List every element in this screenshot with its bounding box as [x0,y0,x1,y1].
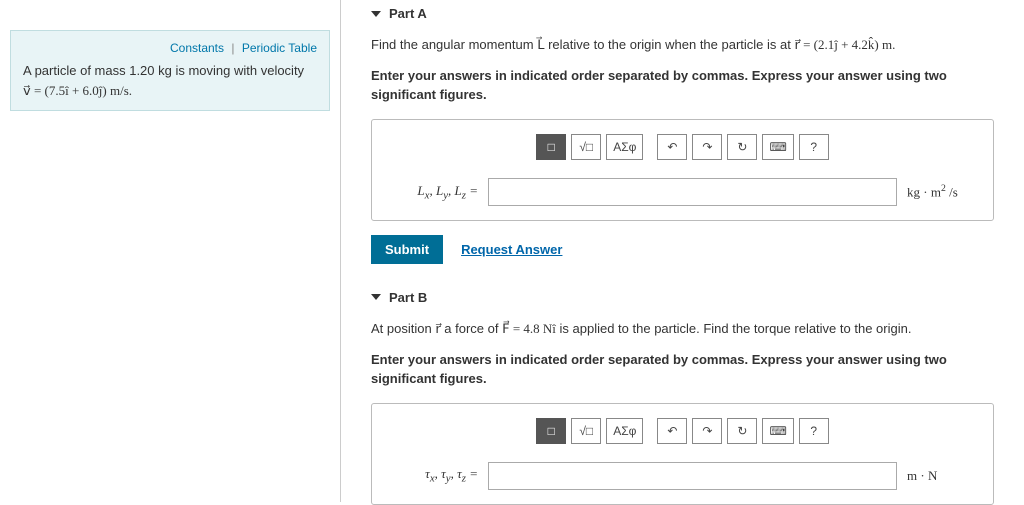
part-b-header[interactable]: Part B [371,290,994,305]
undo-button[interactable]: ↶ [657,418,687,444]
problem-statement-box: Constants | Periodic Table A particle of… [10,30,330,111]
help-button[interactable]: ? [799,134,829,160]
reset-button[interactable]: ↻ [727,418,757,444]
mode-button[interactable]: □ [536,134,566,160]
part-b-variable-label: τx, τy, τz = [388,466,478,485]
part-b-question: At position r⃗ a force of F⃗ = 4.8 Nî is… [371,319,994,340]
template-button[interactable]: √□ [571,134,601,160]
part-b-title: Part B [389,290,427,305]
part-b-units: m · N [907,468,977,484]
separator: | [231,41,234,55]
part-a-request-answer-link[interactable]: Request Answer [461,242,562,257]
part-a-question: Find the angular momentum L⃗ relative to… [371,35,994,56]
problem-text: A particle of mass 1.20 kg is moving wit… [23,61,317,100]
part-b-answer-box: □ √□ ΑΣφ ↶ ↷ ↻ ⌨ ? τx, τy, τz = m · N [371,403,994,505]
part-a-toolbar: □ √□ ΑΣφ ↶ ↷ ↻ ⌨ ? [388,134,977,160]
part-a-units: kg · m2 /s [907,183,977,200]
template-button[interactable]: √□ [571,418,601,444]
part-a-answer-box: □ √□ ΑΣφ ↶ ↷ ↻ ⌨ ? Lx, Ly, Lz = kg · m2 … [371,119,994,221]
part-a-instruction: Enter your answers in indicated order se… [371,66,994,105]
keyboard-button[interactable]: ⌨ [762,134,793,160]
part-a-variable-label: Lx, Ly, Lz = [388,183,478,202]
help-button[interactable]: ? [799,418,829,444]
keyboard-button[interactable]: ⌨ [762,418,793,444]
part-a-submit-button[interactable]: Submit [371,235,443,264]
part-b-input[interactable] [488,462,897,490]
periodic-table-link[interactable]: Periodic Table [242,41,317,55]
part-b-instruction: Enter your answers in indicated order se… [371,350,994,389]
part-a-input[interactable] [488,178,897,206]
main-content: Part A Find the angular momentum L⃗ rela… [340,0,1024,502]
part-a-header[interactable]: Part A [371,6,994,21]
chevron-down-icon [371,11,381,17]
part-b-toolbar: □ √□ ΑΣφ ↶ ↷ ↻ ⌨ ? [388,418,977,444]
undo-button[interactable]: ↶ [657,134,687,160]
problem-sidebar: Constants | Periodic Table A particle of… [0,0,340,502]
constants-link[interactable]: Constants [170,41,224,55]
mode-button[interactable]: □ [536,418,566,444]
redo-button[interactable]: ↷ [692,134,722,160]
chevron-down-icon [371,294,381,300]
greek-button[interactable]: ΑΣφ [606,418,643,444]
part-a-title: Part A [389,6,427,21]
reset-button[interactable]: ↻ [727,134,757,160]
redo-button[interactable]: ↷ [692,418,722,444]
greek-button[interactable]: ΑΣφ [606,134,643,160]
